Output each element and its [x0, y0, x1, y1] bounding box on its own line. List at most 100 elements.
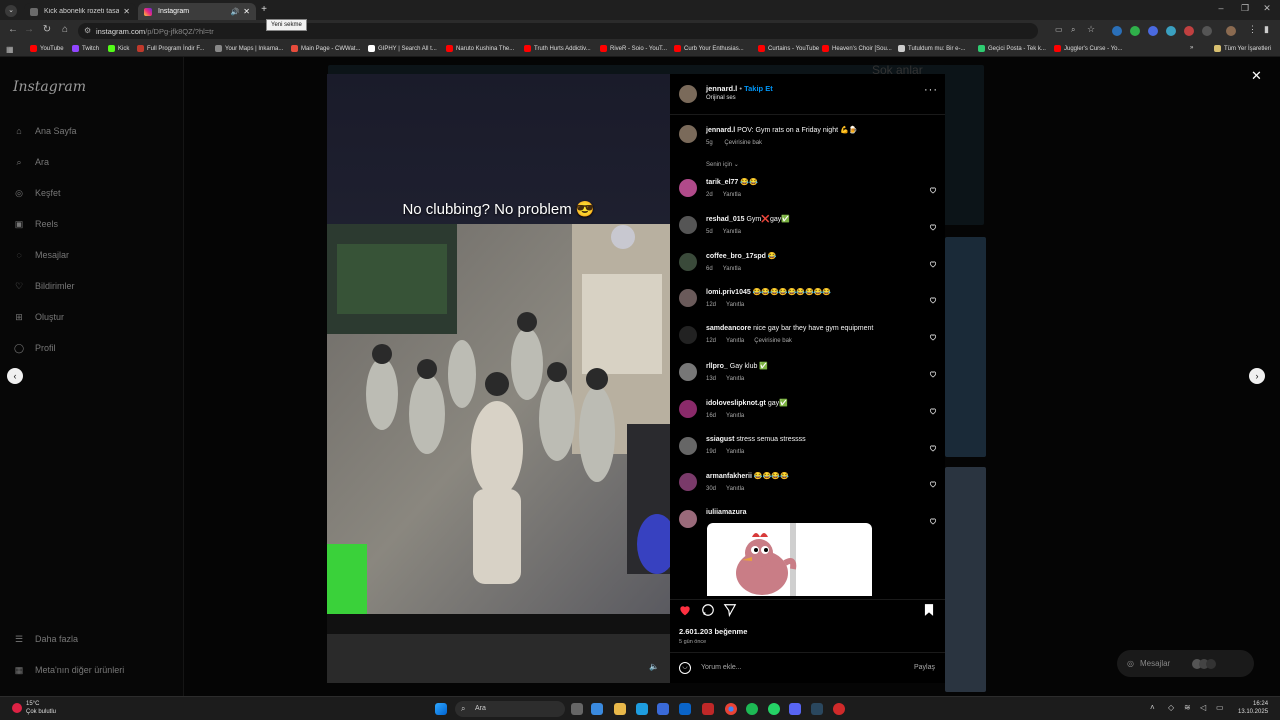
whatsapp-icon[interactable] — [768, 703, 780, 715]
emoji-icon[interactable]: ◡ — [679, 662, 691, 674]
task-view-icon[interactable] — [571, 703, 583, 715]
comment-username[interactable]: samdeancore — [706, 325, 751, 332]
comment-like-heart-icon[interactable] — [929, 328, 939, 341]
comment-username[interactable]: tarik_el77 — [706, 179, 738, 186]
commenter-avatar[interactable] — [679, 215, 697, 234]
reply-link[interactable]: Yanıtla — [726, 413, 744, 419]
store-icon[interactable] — [657, 703, 669, 715]
comment-sticker-image[interactable] — [707, 523, 872, 596]
reply-link[interactable]: Yanıtla — [723, 266, 741, 272]
bookmark-item[interactable]: Main Page - CWWat... — [291, 45, 360, 52]
back-icon[interactable]: ← — [6, 24, 20, 35]
windows-start-icon[interactable] — [435, 703, 447, 715]
bookmark-item[interactable]: Your Maps | Inkarna... — [215, 45, 283, 52]
puzzle-icon[interactable] — [1202, 26, 1212, 36]
apps-grid-icon[interactable]: ▦ — [6, 45, 14, 54]
author-avatar[interactable] — [679, 125, 697, 143]
address-bar[interactable]: ⚙ instagram.com/p/DPg-jfk8QZ/?hl=tr — [78, 23, 1038, 39]
bookmark-item[interactable]: Kick — [108, 45, 129, 52]
clock[interactable]: 16:24 13.10.2025 — [1238, 700, 1268, 716]
share-button[interactable] — [723, 603, 737, 622]
tab-audio-icon[interactable]: 🔊 — [231, 8, 240, 16]
bookmark-item[interactable]: YouTube — [30, 45, 64, 52]
copilot-icon[interactable] — [591, 703, 603, 715]
close-modal-icon[interactable]: ✕ — [1251, 68, 1262, 84]
close-window-icon[interactable]: ✕ — [1256, 3, 1278, 14]
outlook-icon[interactable] — [679, 703, 691, 715]
bookmark-item[interactable]: Full Program İndir F... — [137, 45, 204, 52]
tab-search-icon[interactable]: ⌄ — [5, 5, 17, 17]
comment-input[interactable]: Yorum ekle... — [701, 664, 891, 671]
edge-icon[interactable] — [636, 703, 648, 715]
commenter-avatar[interactable] — [679, 399, 697, 418]
comment-username[interactable]: rllpro_ — [706, 363, 728, 370]
comment-button[interactable] — [701, 603, 715, 622]
reply-link[interactable]: Yanıtla — [726, 486, 744, 492]
zoom-icon[interactable]: ⌕ — [1071, 25, 1075, 35]
bookmark-star-icon[interactable]: ☆ — [1087, 24, 1095, 35]
sidebar-item-ana-sayfa[interactable]: ⌂ Ana Sayfa — [13, 125, 76, 137]
comment-like-heart-icon[interactable] — [929, 475, 939, 488]
volume-icon[interactable]: ◁ — [1200, 703, 1206, 712]
discord-icon[interactable] — [789, 703, 801, 715]
app-icon[interactable] — [702, 703, 714, 715]
reply-link[interactable]: Yanıtla — [723, 229, 741, 235]
comment-username[interactable]: ssiagust — [706, 436, 734, 443]
app-icon[interactable] — [833, 703, 845, 715]
bookmark-item[interactable]: Heaven's Choir [Sou... — [822, 45, 892, 52]
comment-username[interactable]: coffee_bro_17spd — [706, 253, 766, 260]
taskbar-search[interactable]: ⌕ Ara — [455, 701, 565, 717]
home-icon[interactable]: ⌂ — [58, 24, 72, 35]
install-app-icon[interactable]: ▭ — [1055, 25, 1063, 34]
chrome-icon[interactable] — [725, 703, 737, 715]
restore-icon[interactable]: ❐ — [1234, 3, 1256, 14]
file-explorer-icon[interactable] — [614, 703, 626, 715]
forward-icon[interactable]: → — [22, 24, 36, 35]
comment-like-heart-icon[interactable] — [929, 402, 939, 415]
bookmark-item[interactable]: Geçici Posta - Tek k... — [978, 45, 1046, 52]
comment-username[interactable]: reshad_015 — [706, 216, 745, 223]
like-button[interactable] — [678, 603, 692, 622]
sidebar-item-oluştur[interactable]: ⊞ Oluştur — [13, 311, 64, 323]
close-tab-icon[interactable]: ✕ — [123, 7, 130, 16]
reply-link[interactable]: Yanıtla — [726, 302, 744, 308]
comment-like-heart-icon[interactable] — [929, 181, 939, 194]
save-button[interactable] — [923, 603, 935, 622]
prev-post-button[interactable]: ‹ — [7, 368, 23, 384]
bookmark-item[interactable]: Naruto Kushina The... — [446, 45, 514, 52]
comment-like-heart-icon[interactable] — [929, 512, 939, 525]
sidebar-item-keşfet[interactable]: ◎ Keşfet — [13, 187, 60, 199]
audio-label[interactable]: Orijinal ses — [706, 95, 736, 101]
extension-shield-icon[interactable] — [1130, 26, 1140, 36]
post-comment-button[interactable]: Paylaş — [914, 664, 935, 671]
comment-like-heart-icon[interactable] — [929, 218, 939, 231]
tray-overflow-icon[interactable]: ˄ — [1150, 703, 1155, 712]
extension-icon[interactable] — [1166, 26, 1176, 36]
caption-username[interactable]: jennard.l — [706, 127, 735, 134]
sidebar-item-meta[interactable]: ▦ Meta'nın diğer ürünleri — [13, 664, 125, 676]
extension-icon[interactable] — [1148, 26, 1158, 36]
sidebar-item-bildirimler[interactable]: ♡ Bildirimler — [13, 280, 75, 292]
comment-like-heart-icon[interactable] — [929, 365, 939, 378]
commenter-avatar[interactable] — [679, 252, 697, 271]
instagram-logo[interactable]: Instagram — [13, 79, 86, 95]
sidebar-item-more[interactable]: ☰ Daha fazla — [13, 633, 78, 645]
site-info-icon[interactable]: ⚙ — [84, 26, 91, 35]
comment-like-heart-icon[interactable] — [929, 255, 939, 268]
tab-instagram[interactable]: Instagram 🔊 ✕ — [138, 3, 256, 20]
network-icon[interactable]: ◇ — [1168, 703, 1174, 712]
commenter-avatar[interactable] — [679, 363, 697, 381]
extension-icon[interactable] — [1184, 26, 1194, 36]
sidebar-item-profil[interactable]: ◯ Profil — [13, 342, 56, 354]
comment-like-heart-icon[interactable] — [929, 291, 939, 304]
commenter-avatar[interactable] — [679, 510, 697, 529]
all-bookmarks[interactable]: Tüm Yer İşaretleri — [1214, 45, 1271, 52]
spotify-icon[interactable] — [746, 703, 758, 715]
comment-username[interactable]: armanfakherii — [706, 473, 752, 480]
translate-link[interactable]: Çevirisine bak — [754, 338, 792, 344]
messages-pill[interactable]: ◎ Mesajlar — [1117, 650, 1254, 677]
bookmarks-overflow-icon[interactable]: » — [1190, 45, 1193, 51]
sidebar-toggle-icon[interactable]: ▮ — [1264, 24, 1269, 35]
reply-link[interactable]: Yanıtla — [726, 449, 744, 455]
commenter-avatar[interactable] — [679, 289, 697, 308]
